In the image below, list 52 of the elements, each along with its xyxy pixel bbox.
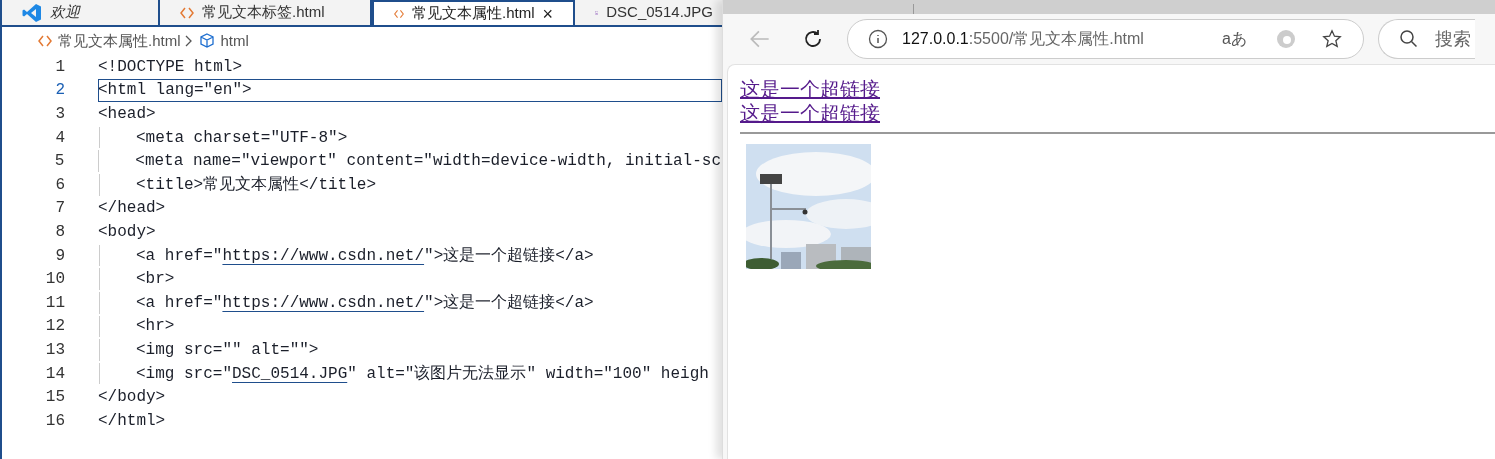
- app-logo-icon: [22, 2, 42, 23]
- code-line: <hr>: [136, 316, 175, 338]
- line-number: 3: [54, 104, 65, 125]
- line-number: 12: [44, 316, 65, 338]
- hyperlink[interactable]: 这是一个超链接: [740, 101, 880, 125]
- address-bar[interactable]: 127.0.0.1:5500/常见文本属性.html aあ: [847, 19, 1364, 59]
- code-line: <body>: [98, 221, 156, 243]
- cube-icon: [198, 33, 215, 49]
- line-number: 9: [54, 245, 65, 267]
- line-number: 6: [54, 174, 65, 196]
- close-button[interactable]: ×: [542, 4, 553, 23]
- line-number: 10: [44, 269, 65, 291]
- code-line: <meta name="viewport" content="width=device-width, initial-sc: [135, 151, 721, 173]
- breadcrumb-item[interactable]: 常见文本属性.html: [38, 29, 181, 53]
- search-icon: [1399, 29, 1419, 49]
- code-line: <a href="https://www.csdn.net/">这是一个超链接</a>: [136, 292, 594, 314]
- read-aloud-icon[interactable]: aあ: [1222, 27, 1247, 51]
- line-number: 16: [44, 410, 65, 432]
- code-line: <img src="DSC_0514.JPG" alt="该图片无法显示" width="100" heigh: [136, 363, 709, 385]
- hyperlink[interactable]: 这是一个超链接: [740, 77, 880, 101]
- breadcrumb-item[interactable]: html: [198, 29, 249, 53]
- code-line: <title>常见文本属性</title>: [136, 174, 377, 196]
- editor-tab[interactable]: 常见文本属性.html ×: [372, 0, 575, 25]
- code-line: </html>: [98, 410, 166, 432]
- code-line: <a href="https://www.csdn.net/">这是一个超链接</a>: [136, 245, 594, 267]
- code-file-icon: [180, 6, 194, 19]
- code-file-icon: [394, 7, 404, 20]
- line-number: 1: [54, 56, 65, 78]
- line-number: 5: [53, 151, 65, 173]
- info-icon[interactable]: [868, 29, 888, 49]
- code-line: <!DOCTYPE html>: [98, 56, 243, 78]
- code-line: </head>: [98, 198, 166, 220]
- code-line: <meta charset="UTF-8">: [136, 127, 348, 149]
- code-line: </body>: [98, 387, 166, 409]
- search-placeholder: 搜索: [1435, 27, 1471, 51]
- chevron-icon: [184, 35, 193, 47]
- url-text: 127.0.0.1:5500/常见文本属性.html: [902, 29, 1144, 49]
- line-number: 8: [54, 221, 65, 243]
- line-number: 15: [44, 387, 65, 409]
- search-field[interactable]: 搜索: [1378, 19, 1475, 59]
- code-line: <img src="" alt="">: [136, 339, 319, 361]
- code-line: <head>: [98, 104, 156, 125]
- line-number: 14: [44, 363, 65, 385]
- code-file-icon: [38, 35, 52, 47]
- line-number: 7: [54, 198, 65, 220]
- line-number: 11: [44, 292, 65, 314]
- line-number: 4: [54, 127, 65, 149]
- star-icon[interactable]: [1321, 28, 1343, 50]
- line-number: 2: [54, 80, 65, 102]
- code-line: <html lang="en">: [98, 80, 252, 102]
- code-line: <br>: [136, 269, 175, 291]
- line-number: 13: [44, 339, 65, 361]
